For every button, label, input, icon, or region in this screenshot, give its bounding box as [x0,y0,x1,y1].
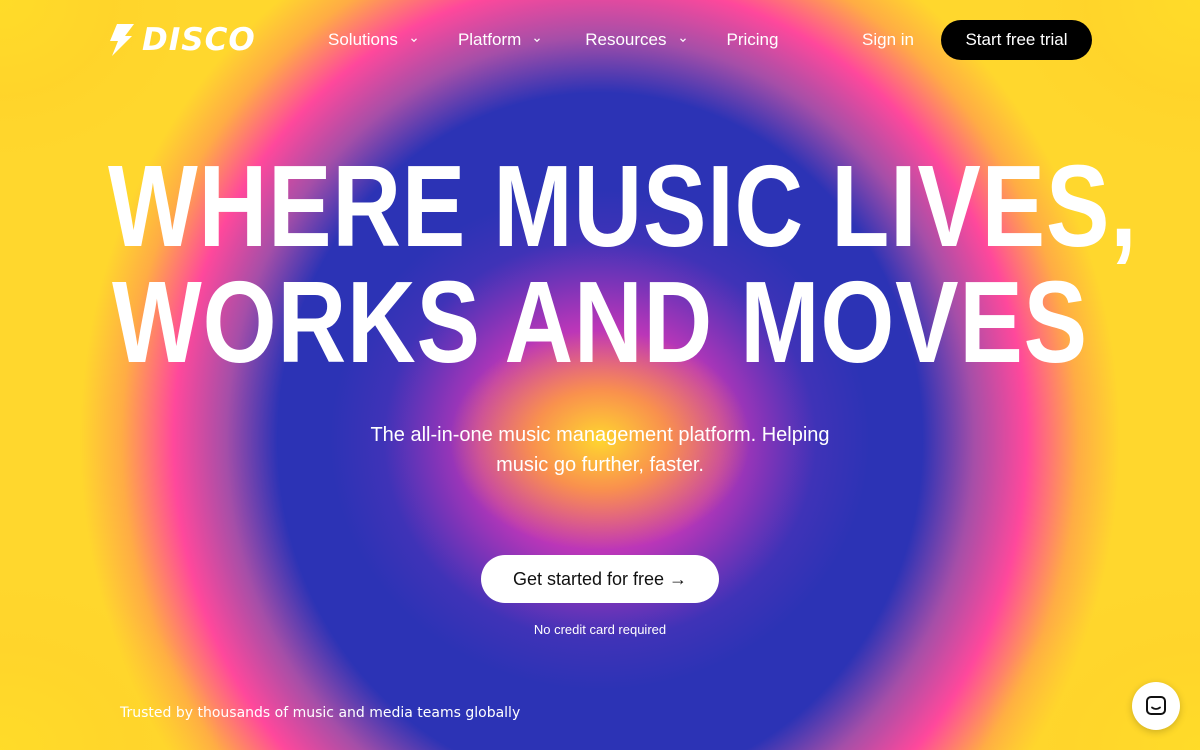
no-credit-card-note: No credit card required [533,622,667,637]
brand-name: DISCO [142,22,256,58]
chat-bubble-icon [1146,696,1166,715]
nav-item-label: Resources [585,30,667,49]
chat-launcher-button[interactable] [1132,682,1180,730]
headline-line-1: WHERE MUSIC LIVES, [108,141,1138,271]
sign-in-link[interactable]: Sign in [862,26,914,54]
chevron-down-icon [534,38,541,43]
chevron-down-icon [411,38,417,43]
top-navigation: DISCO Solutions Platform Resources Prici… [0,0,1200,80]
nav-item-pricing[interactable]: Pricing [727,30,779,50]
nav-item-label: Platform [457,30,522,49]
trusted-by-text: Trusted by thousands of music and media … [120,705,521,721]
headline-line-2: WORKS AND MOVES [112,257,1088,387]
nav-item-label: Solutions [328,30,398,49]
nav-item-platform[interactable]: Platform [458,30,541,50]
lightning-bolt-icon [110,24,134,56]
hero-subtitle: The all-in-one music management platform… [370,424,830,476]
nav-links: Solutions Platform Resources Pricing [328,26,778,54]
hero-headline: WHERE MUSIC LIVES, WORKS AND MOVES [0,148,1200,380]
get-started-button[interactable]: Get started for free → [481,555,719,603]
nav-item-label: Pricing [726,30,779,49]
chevron-down-icon [679,38,686,43]
nav-item-resources[interactable]: Resources [585,30,686,50]
start-free-trial-button[interactable]: Start free trial [941,20,1092,60]
nav-item-solutions[interactable]: Solutions [328,30,418,50]
brand-logo[interactable]: DISCO [108,22,256,58]
